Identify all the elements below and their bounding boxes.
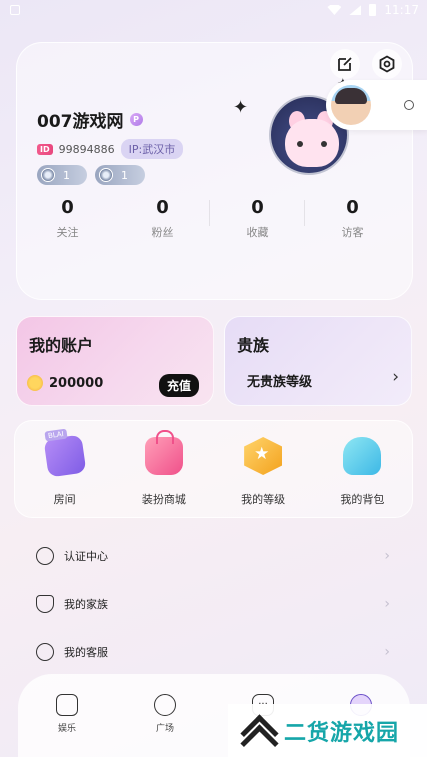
noble-title: 贵族 <box>237 336 270 355</box>
balance-value: 200000 <box>49 375 104 391</box>
shopping-bag-icon <box>144 430 183 475</box>
certification-icon <box>36 547 54 565</box>
watermark-text: 二货游戏园 <box>284 720 400 746</box>
stat-value: 0 <box>156 197 169 218</box>
status-bar: 11:17 <box>0 0 427 22</box>
chevron-right-icon: › <box>384 596 390 612</box>
stat-value: 0 <box>251 197 264 218</box>
coin-balance: 200000 <box>27 375 103 391</box>
my-account-card[interactable]: 我的账户 200000 充值 <box>16 316 214 406</box>
account-title: 我的账户 <box>29 336 94 355</box>
wifi-icon <box>327 5 342 15</box>
wealth-level-value: 1 <box>63 168 70 182</box>
edit-icon <box>338 57 352 71</box>
profile-actions <box>330 49 402 79</box>
stat-label: 粉丝 <box>151 226 174 239</box>
stat-visitors[interactable]: 0 访客 <box>305 197 400 240</box>
edit-profile-button[interactable] <box>330 49 360 79</box>
chevron-right-icon: › <box>384 548 390 564</box>
vip-badge-icon: P <box>129 113 143 126</box>
sparkle-icon: ✦ <box>233 97 249 118</box>
wealth-gem-icon <box>41 168 55 182</box>
status-time: 11:17 <box>384 3 419 17</box>
nav-square[interactable]: 广场 <box>116 674 214 757</box>
mascot-eye <box>297 141 303 147</box>
stat-label: 访客 <box>341 226 364 239</box>
feature-my-backpack[interactable]: 我的背包 <box>313 421 412 517</box>
backpack-icon <box>343 437 382 475</box>
notification-icon <box>10 5 20 15</box>
planet-icon <box>154 694 176 716</box>
settings-button[interactable] <box>372 49 402 79</box>
wealth-level-badge[interactable]: 1 <box>37 165 87 185</box>
watermark-logo-icon <box>238 716 276 746</box>
level-badges: 1 1 <box>37 165 145 185</box>
battery-icon <box>369 4 377 16</box>
avatar-hair <box>335 88 367 104</box>
menu-item-label: 我的家族 <box>64 598 108 611</box>
status-icons: 11:17 <box>327 3 419 17</box>
feature-my-level[interactable]: 我的等级 <box>214 421 313 517</box>
feature-grid: 房间 装扮商城 我的等级 我的背包 <box>14 420 413 518</box>
entertainment-icon <box>56 694 78 716</box>
nav-entertainment[interactable]: 娱乐 <box>18 674 116 757</box>
mascot-face <box>285 119 339 167</box>
id-row: ID 99894886 IP:武汉市 <box>37 139 184 159</box>
ip-location-badge: IP:武汉市 <box>120 139 184 159</box>
stat-favorites[interactable]: 0 收藏 <box>210 197 305 240</box>
stat-value: 0 <box>346 197 359 218</box>
charm-level-value: 1 <box>121 168 128 182</box>
menu-item-certification[interactable]: 认证中心 › <box>30 532 400 580</box>
gear-icon <box>379 55 395 73</box>
coin-icon <box>27 375 43 391</box>
watermark: 二货游戏园 <box>228 704 427 757</box>
feature-label: 我的等级 <box>241 493 286 506</box>
username: 007游戏网 P <box>37 107 143 132</box>
signal-icon <box>349 5 362 15</box>
stat-following[interactable]: 0 关注 <box>20 197 115 240</box>
feature-room[interactable]: 房间 <box>15 421 114 517</box>
family-shield-icon <box>36 595 54 613</box>
chevron-right-icon: › <box>392 367 399 387</box>
live-status-icon <box>404 100 414 110</box>
feature-label: 房间 <box>53 493 76 506</box>
menu-item-customer-service[interactable]: 我的客服 › <box>30 628 400 676</box>
stat-fans[interactable]: 0 粉丝 <box>115 197 210 240</box>
headset-icon <box>36 643 54 661</box>
menu-list: 认证中心 › 我的家族 › 我的客服 › <box>30 532 400 676</box>
menu-item-label: 我的客服 <box>64 646 108 659</box>
feature-label: 我的背包 <box>340 493 385 506</box>
id-tag: ID <box>37 143 53 155</box>
noble-card[interactable]: 贵族 无贵族等级 › <box>224 316 412 406</box>
username-text: 007游戏网 <box>37 112 124 132</box>
chevron-right-icon: › <box>384 644 390 660</box>
nav-label: 广场 <box>155 724 174 734</box>
feature-dress-up-mall[interactable]: 装扮商城 <box>114 421 213 517</box>
nav-label: 娱乐 <box>57 724 76 734</box>
stat-label: 关注 <box>56 226 79 239</box>
mascot-eye <box>321 141 327 147</box>
level-star-icon <box>244 437 283 475</box>
user-id[interactable]: 99894886 <box>59 143 115 156</box>
menu-item-label: 认证中心 <box>64 550 108 563</box>
room-icon <box>43 434 87 478</box>
feature-label: 装扮商城 <box>141 493 186 506</box>
live-room-pill[interactable] <box>326 80 427 130</box>
room-host-avatar <box>331 85 371 125</box>
stat-label: 收藏 <box>246 226 269 239</box>
charm-level-badge[interactable]: 1 <box>95 165 145 185</box>
stat-value: 0 <box>61 197 74 218</box>
noble-status: 无贵族等级 <box>247 375 313 390</box>
stats-row: 0 关注 0 粉丝 0 收藏 0 访客 <box>20 197 400 240</box>
charm-gem-icon <box>99 168 113 182</box>
recharge-button[interactable]: 充值 <box>158 374 199 397</box>
menu-item-my-family[interactable]: 我的家族 › <box>30 580 400 628</box>
